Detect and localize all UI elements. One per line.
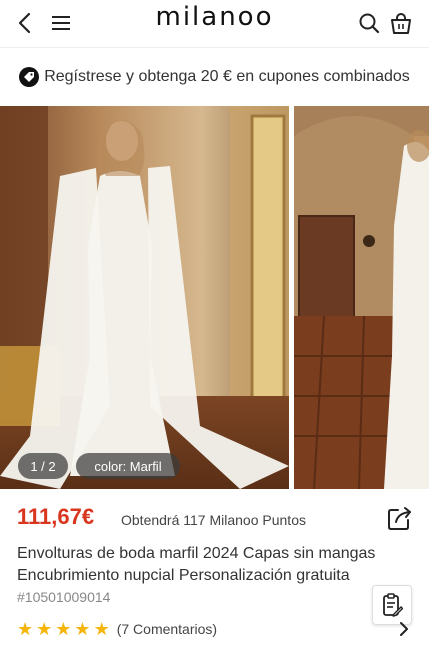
star-icon: ★ bbox=[55, 619, 72, 639]
product-image-gallery[interactable]: 1 / 2 color: Marfil bbox=[0, 106, 429, 489]
star-icon: ★ bbox=[93, 619, 110, 639]
reviews-chevron-button[interactable] bbox=[396, 620, 412, 638]
rating-row[interactable]: ★ ★ ★ ★ ★ (7 Comentarios) bbox=[17, 619, 217, 639]
product-title: Envolturas de boda marfil 2024 Capas sin… bbox=[17, 545, 376, 584]
share-button[interactable] bbox=[386, 504, 414, 532]
share-icon bbox=[388, 507, 411, 530]
tag-icon bbox=[19, 67, 40, 87]
size-guide-button[interactable] bbox=[372, 585, 412, 625]
product-sku: #10501009014 bbox=[17, 589, 111, 605]
product-image-2[interactable] bbox=[294, 106, 429, 489]
reviews-count-link[interactable]: (7 Comentarios) bbox=[117, 621, 217, 637]
star-icon: ★ bbox=[17, 619, 34, 639]
price-row: 111,67€ Obtendrá 117 Milanoo Puntos bbox=[0, 500, 429, 536]
search-button[interactable] bbox=[352, 6, 386, 40]
star-icon: ★ bbox=[36, 619, 53, 639]
coupon-promo-banner[interactable]: Regístrese y obtenga 20 € en cupones com… bbox=[0, 48, 429, 106]
color-label-badge[interactable]: color: Marfil bbox=[76, 453, 180, 479]
star-icon: ★ bbox=[74, 619, 91, 639]
chevron-right-icon bbox=[400, 622, 408, 636]
app-header: milanoo bbox=[0, 0, 429, 48]
clipboard-edit-icon bbox=[383, 593, 403, 617]
promo-text: Regístrese y obtenga 20 € en cupones com… bbox=[44, 68, 410, 85]
cart-icon bbox=[391, 13, 411, 34]
cart-button[interactable] bbox=[384, 6, 418, 40]
milanoo-points-text: Obtendrá 117 Milanoo Puntos bbox=[121, 512, 306, 528]
search-icon bbox=[359, 13, 380, 34]
product-price: 111,67€ bbox=[17, 504, 95, 529]
product-image-1[interactable]: 1 / 2 color: Marfil bbox=[0, 106, 289, 489]
image-counter: 1 / 2 bbox=[18, 453, 68, 479]
